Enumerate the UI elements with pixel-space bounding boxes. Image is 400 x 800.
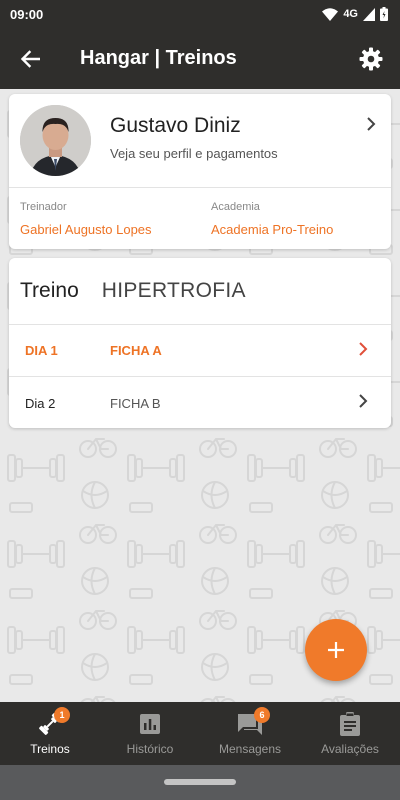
wifi-icon <box>322 7 339 21</box>
nav-label: Mensagens <box>218 742 282 756</box>
avatar <box>20 105 91 176</box>
workout-label: Treino <box>20 279 79 302</box>
profile-header[interactable]: Gustavo Diniz Veja seu perfil e pagament… <box>9 94 391 188</box>
day-sheet: FICHA B <box>110 395 161 411</box>
status-time: 09:00 <box>10 6 44 22</box>
back-button[interactable] <box>0 28 60 89</box>
workout-day-row[interactable]: Dia 2 FICHA B <box>9 377 391 429</box>
network-label: 4G <box>343 8 358 20</box>
settings-button[interactable] <box>354 42 388 76</box>
battery-icon <box>380 7 388 21</box>
notification-badge: 6 <box>254 707 270 723</box>
nav-item-treinos[interactable]: 1 Treinos <box>0 702 100 765</box>
chevron-right-icon <box>359 394 368 408</box>
nav-label: Avaliações <box>321 742 379 756</box>
nav-label: Histórico <box>126 742 174 756</box>
day-label: DIA 1 <box>25 343 58 358</box>
gear-icon <box>359 47 383 71</box>
trainer-info: Treinador Gabriel Augusto Lopes <box>20 201 152 237</box>
bar-chart-icon <box>137 711 163 737</box>
bottom-nav: 1 Treinos Histórico 6 Mensagens Avaliaçõ… <box>0 702 400 765</box>
trainer-name[interactable]: Gabriel Augusto Lopes <box>20 222 152 237</box>
workout-card: Treino HIPERTROFIA DIA 1 FICHA A Dia 2 F… <box>9 258 391 428</box>
arrow-left-icon <box>20 49 40 68</box>
workout-day-row[interactable]: DIA 1 FICHA A <box>9 325 391 377</box>
avatar-image <box>20 105 91 176</box>
chat-icon: 6 <box>237 707 270 737</box>
clipboard-icon <box>337 711 363 737</box>
gym-info: Academia Academia Pro-Treino <box>211 201 333 237</box>
chevron-right-icon <box>359 342 368 356</box>
day-label: Dia 2 <box>25 395 56 411</box>
plus-icon <box>328 642 344 658</box>
dumbbell-icon: 1 <box>37 707 70 737</box>
status-bar: 09:00 4G <box>0 0 400 28</box>
status-icons: 4G <box>322 7 388 21</box>
gym-name[interactable]: Academia Pro-Treino <box>211 222 333 237</box>
app-bar: Hangar | Treinos <box>0 28 400 89</box>
gym-label: Academia <box>211 201 260 213</box>
home-handle[interactable] <box>164 779 236 785</box>
page-title: Hangar | Treinos <box>80 47 237 69</box>
notification-badge: 1 <box>54 707 70 723</box>
chevron-right-icon <box>367 117 376 131</box>
profile-card: Gustavo Diniz Veja seu perfil e pagament… <box>9 94 391 249</box>
system-nav-bar <box>0 765 400 800</box>
trainer-label: Treinador <box>20 201 67 213</box>
workout-header: Treino HIPERTROFIA <box>9 258 391 325</box>
nav-item-mensagens[interactable]: 6 Mensagens <box>200 702 300 765</box>
profile-name: Gustavo Diniz <box>110 114 241 137</box>
nav-item-historico[interactable]: Histórico <box>100 702 200 765</box>
nav-label: Treinos <box>30 742 70 756</box>
day-sheet: FICHA A <box>110 343 162 358</box>
profile-subtitle: Veja seu perfil e pagamentos <box>110 146 278 161</box>
workout-name: HIPERTROFIA <box>101 279 246 302</box>
add-button[interactable] <box>305 619 367 681</box>
nav-item-avaliacoes[interactable]: Avaliações <box>300 702 400 765</box>
signal-icon <box>363 7 375 21</box>
